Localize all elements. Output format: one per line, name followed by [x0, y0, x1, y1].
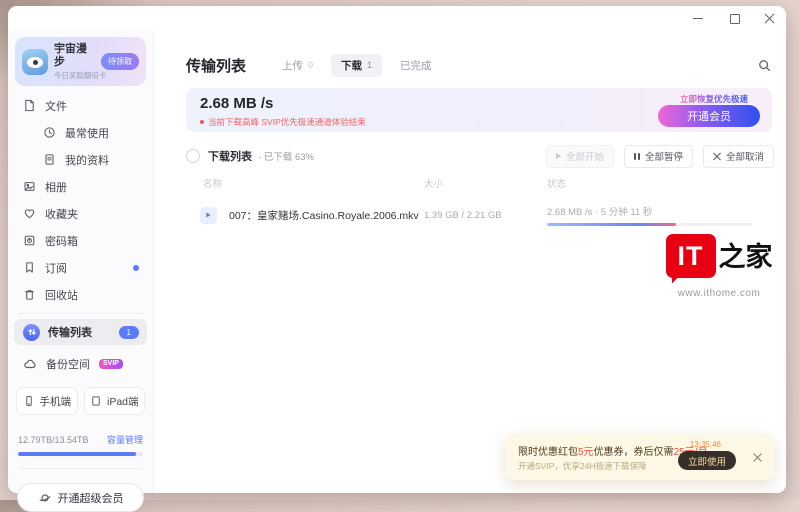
cancel-all-button[interactable]: 全部取消 [703, 145, 774, 168]
super-vip-icon [38, 491, 52, 505]
tabs: 上传 0 下载 1 已完成 [272, 54, 442, 77]
page-title: 传输列表 [186, 55, 246, 76]
search-icon[interactable] [757, 58, 772, 73]
task-progress-fill [547, 223, 676, 226]
speed-banner: 2.68 MB /s 当前下载高峰 SVIP优先极速通道体验结束 立即恢复优先极… [186, 88, 772, 132]
pause-all-button[interactable]: 全部暂停 [624, 145, 693, 168]
bulk-actions: 全部开始 全部暂停 全部取消 [546, 145, 774, 168]
trash-icon [23, 288, 36, 301]
sidebar-item-subscriptions[interactable]: 订阅 [8, 254, 153, 281]
storage-info: 12.79TB/13.54TB 容量管理 [18, 433, 143, 446]
file-name: 007：皇家赌场.Casino.Royale.2006.mkv [229, 208, 419, 223]
column-name: 名称 [186, 176, 424, 190]
toast-close-icon[interactable] [753, 453, 762, 462]
storage-manage-link[interactable]: 容量管理 [107, 433, 143, 446]
main-header: 传输列表 上传 0 下载 1 已完成 [186, 54, 772, 76]
start-all-button[interactable]: 全部开始 [546, 145, 614, 168]
downloaded-percent: · 已下载 63% [258, 149, 314, 163]
promo-toast: 限时优惠红包5元优惠券，券后仅需25元/月 开通SVIP，优享24H极速下载保障… [506, 434, 774, 480]
open-membership-button[interactable]: 开通会员 [658, 105, 760, 127]
super-vip-button[interactable]: 开通超级会员 [17, 483, 144, 512]
sidebar-item-files[interactable]: 文件 [8, 92, 153, 119]
select-all-checkbox[interactable] [186, 149, 200, 163]
safe-icon [23, 234, 36, 247]
task-status: 2.68 MB /s · 5 分钟 11 秒 [547, 204, 772, 218]
titlebar [8, 6, 786, 30]
sidebar: 宇宙漫步 今日奖励翻倍卡 待领取 文件 最常使用 我的资料 相册 [8, 30, 154, 493]
tab-completed[interactable]: 已完成 [390, 54, 442, 77]
cloud-icon [23, 357, 37, 371]
phone-icon [23, 395, 35, 407]
storage-usage: 12.79TB/13.54TB [18, 435, 89, 445]
table-header: 名称 大小 状态 [186, 176, 772, 190]
sidebar-item-transfer-list[interactable]: 传输列表 1 [14, 319, 147, 345]
play-icon [556, 153, 561, 159]
bookmark-icon [23, 261, 36, 274]
list-controls: 下载列表 · 已下载 63% 全部开始 全部暂停 全部取消 [186, 145, 774, 167]
main-panel: 传输列表 上传 0 下载 1 已完成 2.68 MB /s 当前下载高峰 [154, 30, 786, 493]
file-size: 1.39 GB / 2.21 GB [424, 210, 547, 221]
table-row[interactable]: 007：皇家赌场.Casino.Royale.2006.mkv 1.39 GB … [186, 198, 772, 232]
promo-countdown: 13:35:46 [690, 440, 721, 449]
sidebar-item-backup-space[interactable]: 备份空间 SVIP [8, 350, 153, 377]
ithome-watermark: IT 之家 www.ithome.com [664, 234, 774, 299]
device-buttons: 手机端 iPad端 [16, 387, 145, 415]
notification-dot [133, 265, 139, 271]
sidebar-divider-bottom [18, 468, 143, 469]
sidebar-item-recent[interactable]: 最常使用 [8, 119, 153, 146]
promo-subtext: 开通SVIP，优享24H极速下载保障 [518, 460, 646, 472]
minimize-icon[interactable] [692, 12, 704, 24]
task-progress-bar [547, 223, 752, 226]
maximize-icon[interactable] [728, 12, 740, 24]
sidebar-item-albums[interactable]: 相册 [8, 173, 153, 200]
file-icon [23, 99, 36, 112]
user-card[interactable]: 宇宙漫步 今日奖励翻倍卡 待领取 [15, 37, 146, 86]
transfer-count-badge: 1 [119, 326, 139, 339]
clock-icon [43, 126, 56, 139]
sidebar-nav: 文件 最常使用 我的资料 相册 收藏夹 密码箱 [8, 92, 153, 308]
pause-icon [634, 153, 640, 160]
app-window: 宇宙漫步 今日奖励翻倍卡 待领取 文件 最常使用 我的资料 相册 [8, 6, 786, 493]
restore-speed-hint: 立即恢复优先极速 [680, 93, 748, 105]
column-status: 状态 [547, 176, 772, 190]
document-icon [43, 153, 56, 166]
tablet-icon [90, 395, 102, 407]
download-list-title: 下载列表 [208, 148, 252, 164]
ipad-app-button[interactable]: iPad端 [84, 387, 146, 415]
use-coupon-button[interactable]: 立即使用 [678, 451, 736, 470]
tab-download[interactable]: 下载 1 [331, 54, 382, 77]
svip-badge: SVIP [99, 359, 123, 369]
tab-upload-count: 0 [308, 60, 313, 70]
coupon-amount: 5元 [578, 447, 594, 458]
heart-icon [23, 207, 36, 220]
sidebar-item-password-box[interactable]: 密码箱 [8, 227, 153, 254]
ithome-logo-cn: 之家 [719, 234, 773, 280]
transfer-icon [23, 324, 40, 341]
phone-app-button[interactable]: 手机端 [16, 387, 78, 415]
ithome-logo: IT [666, 234, 716, 278]
album-icon [23, 180, 36, 193]
resume-task-button[interactable] [200, 207, 217, 224]
user-name: 宇宙漫步 [54, 43, 95, 69]
sidebar-item-recycle-bin[interactable]: 回收站 [8, 281, 153, 308]
storage-progress-bar [18, 452, 143, 456]
avatar [22, 49, 48, 75]
download-speed: 2.68 MB /s [200, 95, 273, 112]
window-controls [692, 6, 776, 30]
tab-download-count: 1 [367, 60, 372, 70]
sidebar-item-my-docs[interactable]: 我的资料 [8, 146, 153, 173]
cancel-icon [713, 152, 721, 160]
sidebar-item-favorites[interactable]: 收藏夹 [8, 200, 153, 227]
storage-progress-fill [18, 452, 136, 456]
sidebar-divider [18, 313, 143, 314]
peak-notice: 当前下载高峰 SVIP优先极速通道体验结束 [200, 116, 366, 128]
tab-upload[interactable]: 上传 0 [272, 54, 323, 77]
user-subtitle: 今日奖励翻倍卡 [54, 71, 95, 80]
claim-badge[interactable]: 待领取 [101, 53, 139, 70]
column-size: 大小 [424, 176, 547, 190]
ithome-url: www.ithome.com [664, 288, 774, 299]
close-icon[interactable] [764, 12, 776, 24]
